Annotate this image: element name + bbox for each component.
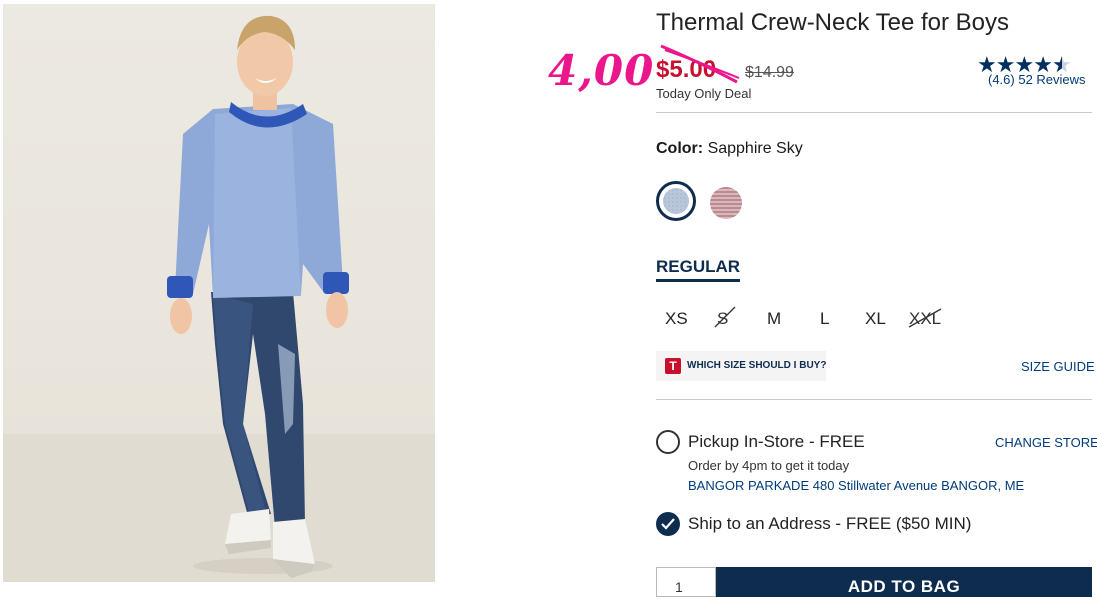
- size-l[interactable]: L: [820, 309, 829, 329]
- size-guide-link[interactable]: SIZE GUIDE: [1021, 359, 1095, 374]
- divider: [656, 112, 1092, 113]
- size-s-unavailable[interactable]: S: [714, 306, 736, 329]
- quantity-value: 1: [675, 579, 683, 595]
- quantity-select[interactable]: 1: [656, 567, 716, 597]
- pickup-label[interactable]: Pickup In-Store - FREE: [688, 432, 865, 452]
- size-xs[interactable]: XS: [665, 309, 688, 329]
- unavailable-strike-icon: [908, 308, 942, 328]
- size-help-button[interactable]: T WHICH SIZE SHOULD I BUY?: [656, 351, 826, 381]
- swatch-fill: [663, 188, 689, 214]
- deal-text: Today Only Deal: [656, 86, 752, 101]
- color-selector-label: Color: Sapphire Sky: [656, 140, 803, 158]
- divider: [656, 399, 1092, 400]
- size-xl[interactable]: XL: [865, 309, 886, 329]
- tab-regular-fit[interactable]: REGULAR: [656, 257, 741, 282]
- color-label: Color:: [656, 140, 704, 157]
- ship-checked-icon[interactable]: [656, 512, 680, 536]
- selected-color: Sapphire Sky: [707, 140, 803, 157]
- swatch-sapphire-sky[interactable]: [656, 181, 696, 221]
- size-xxl-unavailable[interactable]: XXL: [908, 308, 942, 329]
- ship-label[interactable]: Ship to an Address - FREE ($50 MIN): [688, 514, 971, 534]
- add-to-bag-button[interactable]: ADD TO BAG: [716, 567, 1092, 597]
- product-title: Thermal Crew-Neck Tee for Boys: [656, 9, 1009, 36]
- true-fit-badge-icon: T: [665, 358, 681, 374]
- handwritten-price-annotation: 4,00: [548, 46, 655, 95]
- swatch-pink-heather[interactable]: [710, 187, 742, 219]
- store-address: BANGOR PARKADE 480 Stillwater Avenue BAN…: [688, 478, 1025, 493]
- pickup-radio[interactable]: [656, 430, 680, 454]
- product-image[interactable]: [3, 4, 435, 582]
- size-m[interactable]: M: [767, 309, 781, 329]
- change-store-link[interactable]: CHANGE STORE: [995, 435, 1097, 450]
- size-help-label: WHICH SIZE SHOULD I BUY?: [687, 360, 827, 371]
- unavailable-strike-icon: [714, 306, 736, 328]
- original-price: $14.99: [745, 64, 794, 81]
- reviews-link[interactable]: (4.6) 52 Reviews: [988, 72, 1086, 87]
- price-strike-mark: [660, 44, 740, 84]
- checkmark-icon: [661, 518, 675, 530]
- boy-model-illustration: [3, 15, 435, 582]
- pickup-note: Order by 4pm to get it today: [688, 458, 850, 473]
